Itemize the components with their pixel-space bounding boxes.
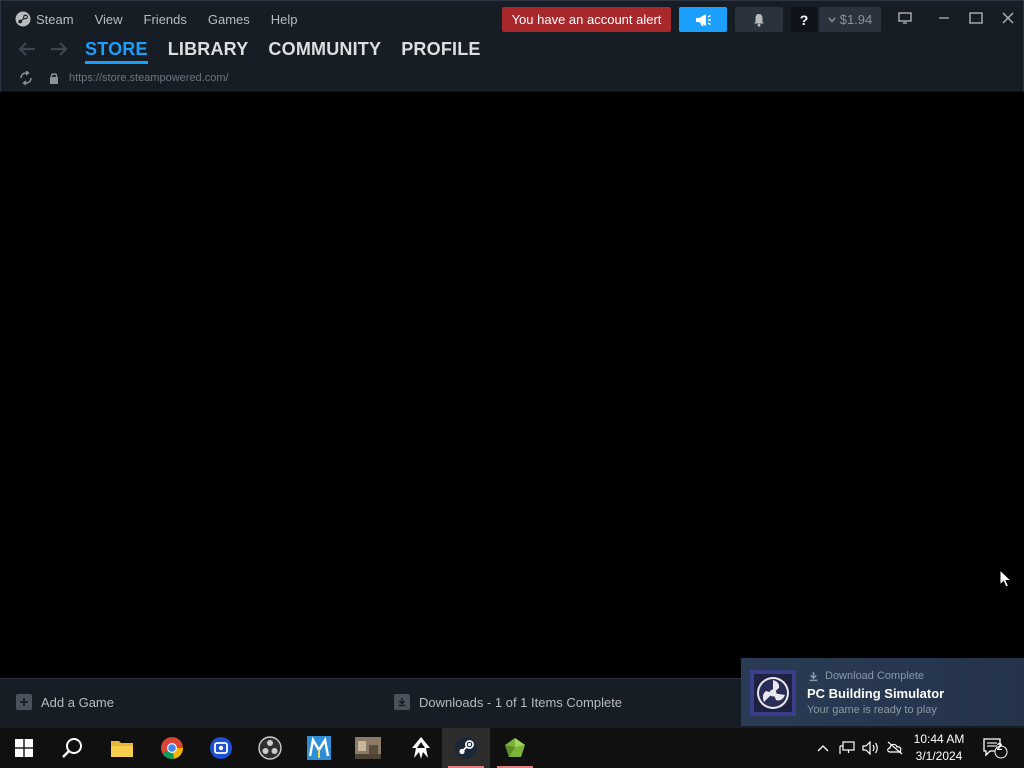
tab-community[interactable]: COMMUNITY — [268, 37, 381, 61]
wallet-dropdown[interactable]: $1.94 — [819, 7, 881, 32]
onedrive-tray-button[interactable] — [884, 728, 906, 768]
start-icon — [15, 739, 33, 757]
taskbar-clock[interactable]: 10:44 AM 3/1/2024 — [904, 731, 974, 765]
add-game-label: Add a Game — [41, 694, 114, 710]
menu-help[interactable]: Help — [271, 12, 298, 27]
maximize-icon — [969, 12, 983, 24]
menu-friends[interactable]: Friends — [144, 12, 187, 27]
lock-icon — [49, 72, 59, 84]
taskbar-capture-app[interactable] — [197, 728, 245, 768]
menu-games[interactable]: Games — [208, 12, 250, 27]
obs-icon — [258, 736, 282, 760]
taskbar-inkscape-like[interactable] — [397, 728, 445, 768]
clock-time: 10:44 AM — [913, 732, 965, 746]
action-center-button[interactable]: 2 — [980, 728, 1010, 768]
inkscape-like-icon — [412, 737, 430, 759]
taskbar-game-thumbnail[interactable] — [344, 728, 392, 768]
tab-profile[interactable]: PROFILE — [401, 37, 480, 61]
toast-game-title: PC Building Simulator — [807, 686, 945, 701]
bell-icon — [754, 13, 764, 27]
show-hidden-icons-button[interactable] — [813, 728, 833, 768]
volume-icon — [862, 741, 878, 755]
wallet-balance: $1.94 — [839, 12, 873, 27]
network-tray-button[interactable] — [836, 728, 858, 768]
taskbar-chrome[interactable] — [148, 728, 196, 768]
monitor-icon — [898, 12, 912, 24]
capture-app-icon — [210, 737, 232, 759]
game-thumbnail — [750, 670, 796, 716]
toast-heading-text: Download Complete — [825, 670, 925, 682]
chevron-up-icon — [817, 745, 829, 752]
taskbar-m-app[interactable] — [295, 728, 343, 768]
add-game-button[interactable]: Add a Game — [16, 694, 114, 710]
steam-icon — [455, 737, 477, 759]
chevron-down-icon — [828, 17, 836, 23]
maximize-button[interactable] — [960, 5, 992, 31]
account-alert-button[interactable]: You have an account alert — [502, 7, 671, 32]
file-explorer-icon — [111, 741, 133, 757]
fan-icon — [754, 674, 792, 712]
mouse-cursor-icon — [999, 568, 1013, 593]
notifications-button[interactable] — [735, 7, 783, 32]
megaphone-icon — [696, 13, 711, 26]
tab-library[interactable]: LIBRARY — [168, 37, 249, 61]
navigation-row: STORE LIBRARY COMMUNITY PROFILE — [15, 37, 501, 64]
windows-taskbar: 10:44 AM 3/1/2024 2 — [0, 728, 1024, 768]
download-icon — [809, 671, 818, 681]
network-icon — [839, 741, 855, 754]
clock-date: 3/1/2024 — [915, 749, 963, 763]
search-icon — [62, 738, 82, 758]
steam-logo-icon — [15, 11, 31, 27]
arrow-left-icon — [18, 42, 35, 56]
url-bar: https://store.steampowered.com/ — [15, 69, 229, 87]
downloads-label: Downloads - 1 of 1 Items Complete — [419, 694, 623, 710]
toast-subtitle: Your game is ready to play — [807, 704, 937, 716]
taskbar-obs[interactable] — [246, 728, 294, 768]
gem-app-icon — [505, 738, 525, 757]
taskbar-gem-app[interactable] — [491, 728, 539, 768]
taskbar-file-explorer[interactable] — [98, 728, 146, 768]
close-icon — [1002, 12, 1014, 24]
reload-icon — [20, 71, 32, 85]
download-icon — [394, 694, 410, 710]
close-button[interactable] — [992, 5, 1024, 31]
forward-button[interactable] — [47, 37, 71, 61]
notification-count: 2 — [996, 742, 1003, 753]
back-button[interactable] — [15, 37, 39, 61]
search-button[interactable] — [48, 728, 96, 768]
minimize-icon — [939, 17, 949, 19]
help-button[interactable]: ? — [791, 7, 817, 32]
downloads-button[interactable]: Downloads - 1 of 1 Items Complete — [394, 694, 622, 710]
steam-title-bar: Steam View Friends Games Help You have a… — [0, 0, 1024, 92]
game-thumbnail-icon — [355, 737, 381, 759]
download-complete-toast[interactable]: Download Complete PC Building Simulator … — [741, 658, 1024, 726]
taskbar-steam[interactable] — [442, 728, 490, 768]
announcements-button[interactable] — [679, 7, 727, 32]
chrome-icon — [161, 737, 183, 759]
toast-heading: Download Complete — [808, 670, 924, 682]
minimize-button[interactable] — [928, 5, 960, 31]
menu-steam[interactable]: Steam — [15, 11, 74, 27]
arrow-right-icon — [51, 42, 68, 56]
big-picture-button[interactable] — [889, 5, 921, 31]
reload-button[interactable] — [15, 71, 37, 85]
url-text[interactable]: https://store.steampowered.com/ — [69, 72, 229, 84]
menu-steam-label: Steam — [36, 11, 74, 27]
m-app-icon — [307, 736, 331, 760]
tab-store[interactable]: STORE — [85, 37, 148, 64]
volume-tray-button[interactable] — [860, 728, 882, 768]
start-button[interactable] — [0, 728, 48, 768]
plus-icon — [16, 694, 32, 710]
store-content-area — [0, 92, 1024, 678]
cloud-off-icon — [887, 741, 903, 755]
menu-view[interactable]: View — [95, 12, 123, 27]
menu-bar: Steam View Friends Games Help — [15, 9, 319, 29]
